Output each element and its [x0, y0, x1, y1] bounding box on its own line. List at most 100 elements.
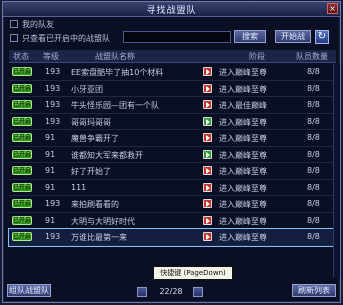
row-team-name: 万谁比最第一来: [71, 233, 127, 242]
col-status[interactable]: 状态: [13, 51, 29, 62]
close-button[interactable]: ×: [327, 3, 338, 14]
row-stage: 进入巅峰至尊: [219, 68, 267, 77]
row-level: 91: [45, 182, 56, 192]
group-team-button[interactable]: 组队战盟队: [7, 284, 51, 297]
table-header: 状态 等级 战盟队名称 阶段 队员数量: [9, 50, 336, 63]
status-badge: 已开启: [12, 67, 32, 76]
table-row[interactable]: 已开启 193 万谁比最第一来 进入巅峰至尊 8/8: [8, 228, 337, 247]
table-row[interactable]: 已开启 193 EE索盘酷毕了抽10个材料 进入巅峰至尊 8/8: [9, 64, 336, 81]
row-stage: 进入最佳巅峰: [219, 101, 267, 110]
row-count: 8/8: [307, 199, 320, 208]
status-badge: 已开启: [12, 116, 32, 126]
search-input[interactable]: [123, 31, 231, 43]
table-row[interactable]: 已开启 91 魔兽争霸开了 进入巅峰至尊 8/8: [9, 130, 336, 147]
row-level: 193: [45, 100, 61, 109]
mode-icon: [203, 166, 212, 175]
mode-icon: [203, 67, 212, 76]
mode-icon: [203, 232, 212, 241]
friends-checkbox[interactable]: [10, 20, 18, 28]
table-row[interactable]: 已开启 91 大明与大明好时代 进入巅峰至尊 8/8: [9, 213, 336, 229]
row-count: 8/8: [307, 182, 320, 192]
status-badge: 已开启: [12, 83, 32, 93]
row-count: 8/8: [307, 133, 320, 142]
mode-icon: [203, 149, 212, 159]
row-team-name: 来拍刷看看的: [71, 200, 119, 209]
row-level: 193: [45, 67, 61, 76]
row-team-name: 大明与大明好时代: [71, 216, 135, 226]
table-row[interactable]: 已开启 91 111 进入巅峰至尊 8/8: [9, 180, 336, 196]
mode-icon: [203, 199, 212, 208]
only-open-filter[interactable]: 只查看已开启中的战盟队: [10, 33, 110, 43]
refresh-icon[interactable]: ↻: [315, 30, 329, 44]
row-stage: 进入巅峰至尊: [219, 216, 267, 226]
row-level: 193: [45, 116, 61, 126]
mode-icon: [203, 83, 212, 93]
refresh-list-button[interactable]: 刷新列表: [292, 284, 336, 297]
team-list: 已开启 193 EE索盘酷毕了抽10个材料 进入巅峰至尊 8/8 已开启 193 小牙亚团 进入…: [8, 64, 337, 247]
row-team-name: 谁都知大军来都救开: [71, 150, 143, 160]
status-badge: 已开启: [12, 215, 32, 225]
col-name[interactable]: 战盟队名称: [95, 51, 135, 62]
row-stage: 进入巅峰至尊: [219, 84, 267, 94]
friends-label: 我的队友: [22, 19, 54, 29]
table-row[interactable]: 已开启 193 哥哥玛哥哥 进入巅峰至尊 8/8: [9, 114, 336, 130]
mode-icon: [203, 182, 212, 192]
row-count: 8/8: [307, 215, 320, 225]
pagination: 22/28: [123, 287, 223, 299]
table-row[interactable]: 已开启 193 小牙亚团 进入巅峰至尊 8/8: [9, 81, 336, 97]
row-stage: 进入巅峰至尊: [219, 134, 267, 143]
next-page-button[interactable]: [193, 287, 203, 297]
status-badge: 已开启: [12, 232, 32, 241]
table-row[interactable]: 已开启 91 谁都知大军来都救开 进入巅峰至尊 8/8: [9, 147, 336, 163]
row-team-name: EE索盘酷毕了抽10个材料: [71, 68, 164, 77]
table-row[interactable]: 已开启 193 来拍刷看看的 进入巅峰至尊 8/8: [9, 196, 336, 213]
mode-icon: [203, 116, 212, 126]
status-badge: 已开启: [12, 199, 32, 208]
list-scrollbar[interactable]: [333, 64, 340, 277]
search-button[interactable]: 搜索: [234, 30, 266, 43]
friends-filter[interactable]: 我的队友: [10, 19, 54, 29]
only-open-checkbox[interactable]: [10, 34, 18, 42]
row-stage: 进入巅峰至尊: [219, 233, 267, 242]
row-level: 91: [45, 149, 56, 159]
page-indicator: 22/28: [159, 287, 183, 296]
row-team-name: 小牙亚团: [71, 84, 103, 94]
prev-page-button[interactable]: [137, 287, 147, 297]
row-count: 8/8: [307, 100, 320, 109]
row-stage: 进入巅峰至尊: [219, 150, 267, 160]
status-badge: 已开启: [12, 182, 32, 192]
col-stage[interactable]: 阶段: [249, 51, 265, 62]
mode-icon: [203, 133, 212, 142]
mode-icon: [203, 215, 212, 225]
title-bar[interactable]: 寻找战盟队 ×: [3, 2, 340, 17]
row-team-name: 哥哥玛哥哥: [71, 117, 111, 127]
status-badge: 已开启: [12, 100, 32, 109]
row-team-name: 111: [71, 182, 87, 192]
row-level: 193: [45, 83, 61, 93]
status-badge: 已开启: [12, 133, 32, 142]
row-stage: 进入巅峰至尊: [219, 200, 267, 209]
row-stage: 进入巅峰至尊: [219, 117, 267, 127]
row-count: 8/8: [307, 67, 320, 76]
row-level: 91: [45, 215, 56, 225]
row-team-name: 魔兽争霸开了: [71, 134, 119, 143]
row-count: 8/8: [307, 116, 320, 126]
row-level: 91: [45, 166, 56, 175]
tooltip: 快捷键 (PageDown): [153, 266, 233, 280]
col-count[interactable]: 队员数量: [296, 51, 328, 62]
status-badge: 已开启: [12, 166, 32, 175]
status-badge: 已开启: [12, 149, 32, 159]
col-level[interactable]: 等级: [43, 51, 59, 62]
row-count: 8/8: [307, 149, 320, 159]
row-level: 91: [45, 133, 56, 142]
table-row[interactable]: 已开启 193 牛头怪乐园—团有一个队 进入最佳巅峰 8/8: [9, 97, 336, 114]
row-count: 8/8: [307, 232, 320, 241]
only-open-label: 只查看已开启中的战盟队: [22, 33, 110, 43]
row-count: 8/8: [307, 83, 320, 93]
row-level: 193: [45, 199, 61, 208]
row-stage: 进入巅峰至尊: [219, 183, 267, 193]
table-row[interactable]: 已开启 91 好了开始了 进入巅峰至尊 8/8: [9, 163, 336, 180]
row-stage: 进入巅峰至尊: [219, 167, 267, 176]
row-level: 193: [45, 232, 61, 241]
create-button[interactable]: 开始战: [275, 30, 311, 43]
